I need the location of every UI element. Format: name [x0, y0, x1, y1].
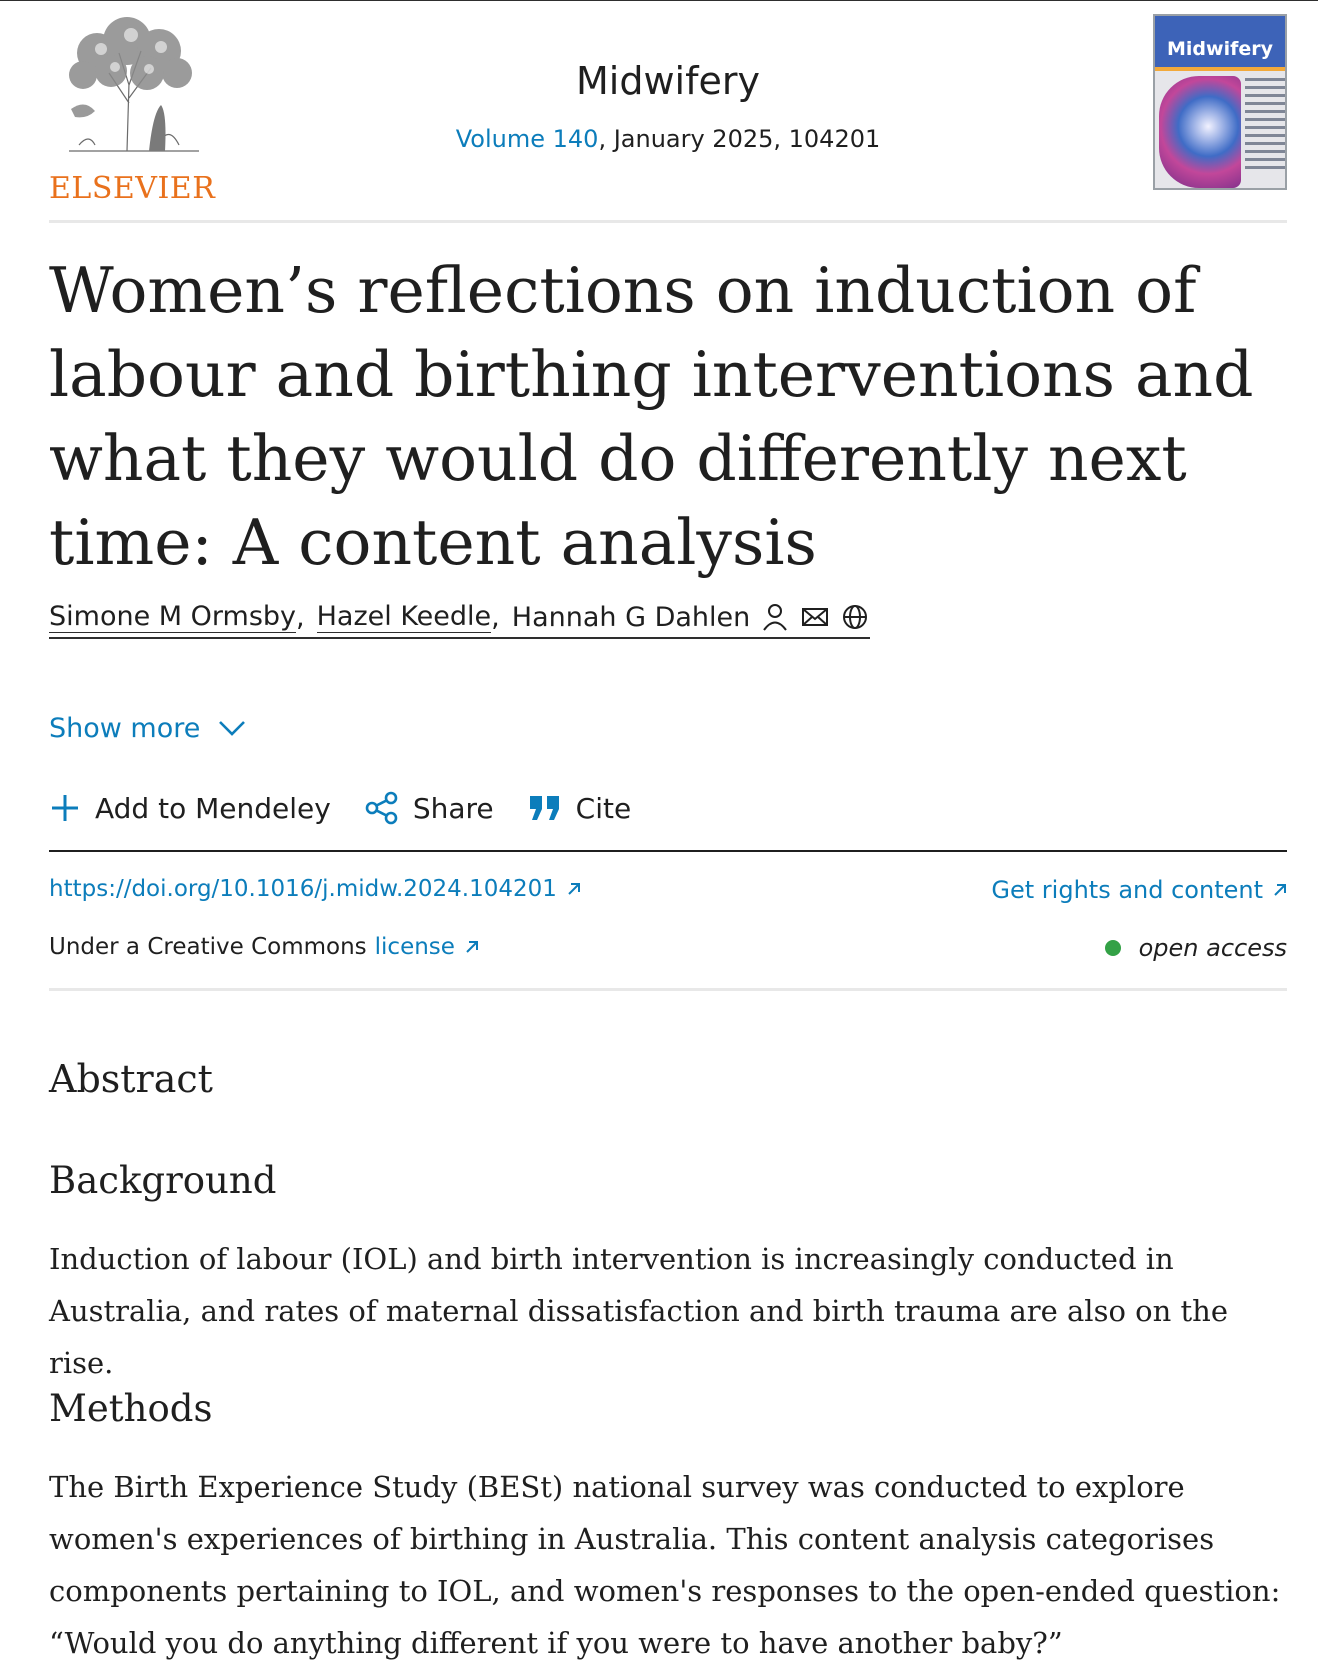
divider: [49, 988, 1287, 991]
share-icon: [365, 791, 399, 825]
share-label: Share: [412, 791, 494, 825]
cite-button[interactable]: Cite: [528, 777, 632, 839]
cover-title: Midwifery: [1167, 38, 1273, 60]
elsevier-wordmark: ELSEVIER: [49, 171, 216, 206]
mendeley-label: Add to Mendeley: [95, 791, 331, 825]
journal-title-link[interactable]: Midwifery: [49, 59, 1287, 103]
article-page: ELSEVIER Midwifery Volume 140, January 2…: [49, 1, 1287, 1660]
external-link-icon: [465, 940, 479, 954]
share-button[interactable]: Share: [365, 777, 494, 839]
doi-link[interactable]: https://doi.org/10.1016/j.midw.2024.1042…: [49, 876, 581, 902]
get-rights-link[interactable]: Get rights and content: [991, 876, 1287, 904]
globe-icon[interactable]: [840, 602, 870, 632]
rights-text: Get rights and content: [991, 876, 1263, 904]
doi-text: https://doi.org/10.1016/j.midw.2024.1042…: [49, 876, 557, 902]
author-link[interactable]: Simone M Ormsby: [49, 601, 297, 633]
author-link[interactable]: Hannah G Dahlen: [512, 602, 751, 633]
journal-cover-image[interactable]: Midwifery: [1153, 14, 1287, 190]
cover-artwork: [1159, 76, 1241, 188]
methods-text: The Birth Experience Study (BESt) nation…: [49, 1470, 1281, 1660]
open-access-badge: open access: [1104, 934, 1287, 962]
methods-heading: Methods: [49, 1387, 213, 1430]
volume-link[interactable]: Volume 140: [456, 125, 599, 153]
author-link[interactable]: Hazel Keedle: [316, 601, 492, 633]
elsevier-logo[interactable]: ELSEVIER: [49, 13, 215, 206]
cite-label: Cite: [575, 791, 632, 825]
license-prefix: Under a Creative Commons: [49, 934, 367, 960]
external-link-icon: [567, 882, 581, 896]
cover-stripe: [1155, 67, 1285, 71]
quote-icon: [528, 793, 562, 823]
chevron-down-icon: [218, 713, 246, 744]
author-list: Simone M Ormsby, Hazel Keedle, Hannah G …: [49, 601, 871, 639]
license-link[interactable]: license: [375, 934, 455, 960]
mail-icon[interactable]: [800, 602, 830, 632]
license-statement: Under a Creative Commons license: [49, 934, 479, 960]
external-link-icon: [1273, 883, 1287, 897]
author-separator: ,: [491, 601, 500, 633]
article-title: Women’s reflections on induction of labo…: [49, 254, 1254, 579]
background-text: Induction of labour (IOL) and birth inte…: [49, 1242, 1228, 1380]
show-more-label: Show more: [49, 713, 201, 744]
background-heading: Background: [49, 1159, 277, 1202]
journal-issue-info: Volume 140, January 2025, 104201: [49, 125, 1287, 153]
person-icon[interactable]: [760, 602, 790, 632]
article-actions-bar: Add to Mendeley Share Cite: [49, 777, 1287, 852]
issue-details: , January 2025, 104201: [598, 125, 881, 153]
abstract-heading: Abstract: [49, 1057, 213, 1101]
cover-contents-lines: [1245, 78, 1285, 174]
show-more-button[interactable]: Show more: [49, 713, 246, 744]
article-header: ELSEVIER Midwifery Volume 140, January 2…: [49, 1, 1287, 223]
plus-icon: [49, 792, 81, 824]
add-to-mendeley-button[interactable]: Add to Mendeley: [49, 777, 331, 839]
author-separator: ,: [296, 601, 305, 633]
open-access-dot-icon: [1104, 940, 1121, 956]
open-access-label: open access: [1138, 934, 1287, 962]
